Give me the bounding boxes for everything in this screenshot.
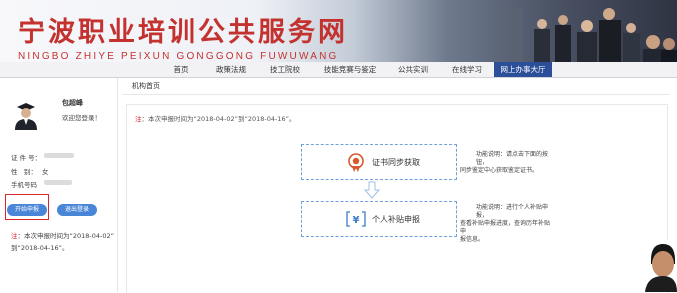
service-panel: 注：本次申报时间为“2018-04-02”到“2018-04-16”。 证书同步… (126, 104, 668, 293)
subsidy-declaration-label: 个人补贴申报 (372, 215, 420, 224)
gender-value: 女 (42, 168, 49, 176)
arrow-down-icon (364, 181, 380, 199)
nav-online-service-hall[interactable]: 网上办事大厅 (494, 62, 552, 77)
subsidy-declaration-card[interactable]: ¥ 个人补贴申报 (301, 201, 457, 237)
certificate-sync-card[interactable]: 证书同步获取 (301, 144, 457, 180)
nav-skill-competition[interactable]: 技能竞赛与鉴定 (316, 62, 384, 77)
subsidy-desc-line3: 报信息。 (460, 236, 485, 243)
phone-label: 手机号码 (11, 181, 37, 189)
id-label: 证 件 号： (11, 154, 42, 162)
welcome-text: 欢迎您登录！ (62, 114, 101, 122)
subsidy-desc-line1: 功能说明：进行个人补贴申报， (476, 204, 549, 219)
sidebar-note-text: ：本次申报时间为“2018-04-02” (17, 232, 115, 240)
gender-label: 性 别： (11, 168, 37, 176)
avatar (15, 103, 37, 130)
site-title-pinyin: NINGBO ZHIYE PEIXUN GONGGONG FUWUWANG (18, 51, 339, 62)
site-title: 宁波职业培训公共服务网 (18, 17, 348, 48)
certificate-sync-label: 证书同步获取 (372, 158, 420, 167)
cert-desc-line1: 功能说明：请点击下面的按钮， (476, 151, 549, 166)
nav-policy[interactable]: 政策法规 (208, 62, 254, 77)
nav-online-learning[interactable]: 在线学习 (444, 62, 490, 77)
declaration-period-note: 注：本次申报时间为“2018-04-02”到“2018-04-16”。 (135, 113, 296, 123)
id-value-blurred (44, 153, 74, 158)
site-banner: 宁波职业培训公共服务网 NINGBO ZHIYE PEIXUN GONGGONG… (0, 0, 677, 62)
breadcrumb: 机构首页 (122, 78, 670, 95)
certificate-sync-description: 功能说明：请点击下面的按钮， 同步鉴定中心获取鉴定证书。 (460, 151, 555, 175)
cert-desc-line2: 同步鉴定中心获取鉴定证书。 (460, 167, 539, 174)
main-content: 机构首页 注：本次申报时间为“2018-04-02”到“2018-04-16”。… (122, 78, 677, 293)
svg-text:¥: ¥ (353, 215, 360, 226)
subsidy-desc-line2: 查看补贴申报进度，查询历年补贴申 (460, 220, 551, 235)
banner-crowd-photo (509, 8, 677, 62)
corner-person-photo (645, 240, 677, 292)
certificate-icon (348, 153, 364, 172)
note-text: ：本次申报时间为“2018-04-02”到“2018-04-16”。 (141, 115, 296, 123)
logout-button[interactable]: 退出登录 (57, 204, 97, 216)
sidebar-note-line1: 注：本次申报时间为“2018-04-02” (11, 230, 114, 240)
user-name: 包超峰 (62, 99, 83, 107)
sidebar-note-line2: 到“2018-04-16”。 (11, 244, 69, 252)
main-nav: 首页 政策法规 技工院校 技能竞赛与鉴定 公共实训 在线学习 网上办事大厅 (0, 62, 677, 78)
yen-icon: ¥ (346, 211, 366, 227)
user-sidebar: 包超峰 欢迎您登录！ 证 件 号： 性 别： 女 手机号码 开始申报 退出登录 … (0, 78, 118, 292)
nav-home[interactable]: 首页 (164, 62, 198, 77)
nav-technical-schools[interactable]: 技工院校 (262, 62, 308, 77)
breadcrumb-label[interactable]: 机构首页 (132, 78, 160, 94)
highlight-box (5, 194, 49, 220)
nav-public-training[interactable]: 公共实训 (390, 62, 436, 77)
subsidy-description: 功能说明：进行个人补贴申报， 查看补贴申报进度，查询历年补贴申 报信息。 (460, 204, 555, 244)
phone-value-blurred (44, 180, 72, 185)
